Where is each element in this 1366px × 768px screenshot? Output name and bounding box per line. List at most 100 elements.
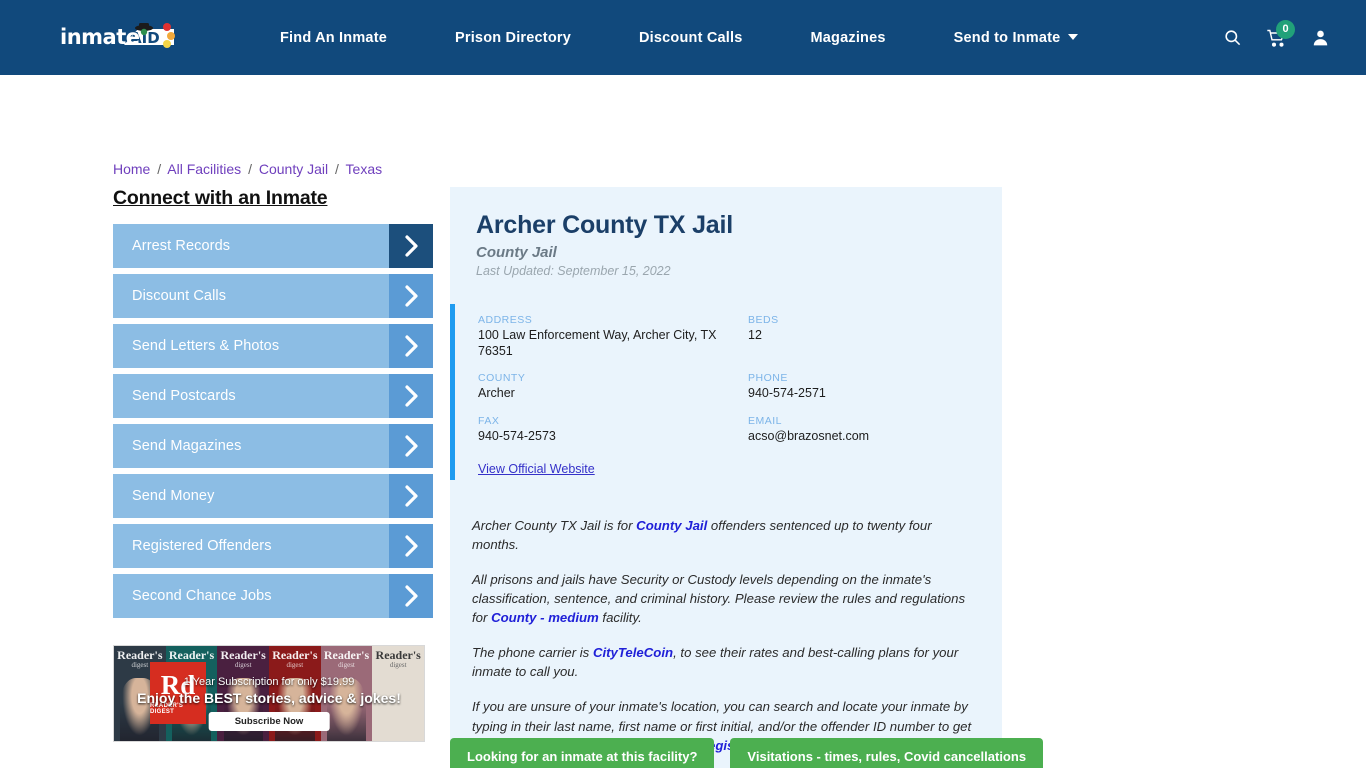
sidebar-item-label: Second Chance Jobs: [132, 588, 272, 604]
facility-type: County Jail: [476, 244, 557, 261]
nav-link-find-an-inmate[interactable]: Find An Inmate: [246, 30, 421, 46]
info-value: Archer: [478, 386, 515, 401]
description-link-county-jail[interactable]: County Jail: [636, 518, 707, 533]
user-icon[interactable]: [1298, 18, 1342, 58]
info-value: acso@brazosnet.com: [748, 428, 870, 443]
ad-cover-brand-sub: digest: [286, 661, 304, 669]
sidebar-item-second-chance-jobs[interactable]: Second Chance Jobs: [113, 574, 433, 618]
description-link-county-medium[interactable]: County - medium: [491, 610, 599, 625]
info-field-beds: BEDS 12: [748, 314, 976, 359]
description-paragraph-1: Archer County TX Jail is for County Jail…: [472, 516, 980, 554]
nav-link-prison-directory[interactable]: Prison Directory: [421, 30, 605, 46]
info-value: 940-574-2573: [478, 428, 556, 443]
chevron-right-icon: [389, 224, 433, 268]
inmate-search-button[interactable]: Looking for an inmate at this facility?: [450, 738, 715, 768]
cart-count-badge: 0: [1276, 19, 1295, 39]
accent-bar: [450, 304, 455, 480]
sidebar-item-send-money[interactable]: Send Money: [113, 474, 433, 518]
sidebar-item-arrest-records[interactable]: Arrest Records: [113, 224, 433, 268]
ad-cover-brand: Reader's: [272, 649, 318, 661]
page-title: Archer County TX Jail: [476, 211, 733, 239]
sidebar-item-label: Arrest Records: [132, 238, 231, 254]
logo-wordmark: inmate: [60, 25, 140, 49]
ad-cover-brand-sub: digest: [389, 661, 407, 669]
info-label: BEDS: [748, 314, 779, 326]
sidebar-item-send-magazines[interactable]: Send Magazines: [113, 424, 433, 468]
ad-cover-brand-sub: digest: [234, 661, 252, 669]
ad-headline-1: 1 Year Subscription for only $19.99: [183, 676, 355, 688]
info-label: COUNTY: [478, 372, 526, 385]
info-value: 940-574-2571: [748, 386, 826, 401]
chevron-right-icon: [389, 374, 433, 418]
description-link-cityteleсoin[interactable]: CityTeleCoin: [593, 645, 673, 660]
breadcrumb-separator: /: [157, 161, 162, 177]
breadcrumb-separator: /: [335, 161, 339, 177]
ad-cover-brand: Reader's: [168, 649, 215, 661]
nav-link-discount-calls[interactable]: Discount Calls: [605, 30, 777, 46]
description-paragraph-3: The phone carrier is CityTeleCoin, to se…: [472, 643, 980, 681]
breadcrumb-item-county-jail[interactable]: County Jail: [259, 161, 328, 177]
ad-subscribe-button[interactable]: Subscribe Now: [208, 712, 330, 731]
facility-info-block: ADDRESS 100 Law Enforcement Way, Archer …: [450, 304, 1002, 496]
info-label: EMAIL: [748, 414, 783, 427]
description-text: Archer County TX Jail is for: [472, 517, 637, 533]
breadcrumb-item-texas[interactable]: Texas: [346, 161, 383, 177]
chevron-right-icon: [389, 274, 433, 318]
last-updated: Last Updated: September 15, 2022: [476, 264, 671, 278]
sidebar-item-registered-offenders[interactable]: Registered Offenders: [113, 524, 433, 568]
facility-card: Archer County TX Jail County Jail Last U…: [450, 187, 1002, 768]
nav-link-magazines[interactable]: Magazines: [777, 30, 920, 46]
chevron-right-icon: [389, 574, 433, 618]
sidebar-item-label: Send Money: [132, 488, 215, 504]
sidebar-item-label: Discount Calls: [132, 288, 227, 304]
chevron-right-icon: [389, 474, 433, 518]
breadcrumb-item-home[interactable]: Home: [113, 161, 150, 177]
site-logo[interactable]: inmate AID: [60, 15, 186, 61]
cart-icon[interactable]: 0: [1254, 18, 1298, 58]
view-official-website-link[interactable]: View Official Website: [478, 462, 595, 476]
search-icon[interactable]: [1210, 18, 1254, 58]
visitations-button[interactable]: Visitations - times, rules, Covid cancel…: [730, 738, 1044, 768]
info-field-county: COUNTY Archer: [478, 372, 748, 402]
facility-description: Archer County TX Jail is for County Jail…: [450, 496, 1002, 768]
info-label: FAX: [478, 414, 500, 427]
description-text: facility.: [598, 610, 642, 626]
info-label: ADDRESS: [478, 314, 533, 326]
ad-cover-brand: Reader's: [117, 649, 163, 661]
info-field-phone: PHONE 940-574-2571: [748, 372, 976, 402]
action-button-row: Looking for an inmate at this facility? …: [450, 738, 1044, 768]
nav-link-send-to-inmate[interactable]: Send to Inmate: [920, 30, 1113, 46]
facility-header: Archer County TX Jail County Jail Last U…: [450, 205, 1002, 278]
description-paragraph-2: All prisons and jails have Security or C…: [472, 570, 980, 627]
sidebar: Connect with an Inmate Arrest Records Di…: [113, 187, 433, 624]
breadcrumb-separator: /: [248, 161, 252, 177]
breadcrumb: Home / All Facilities / County Jail / Te…: [113, 161, 382, 177]
info-value: 12: [748, 328, 762, 342]
sidebar-title: Connect with an Inmate: [113, 187, 328, 209]
chevron-right-icon: [389, 424, 433, 468]
ad-cover-brand: Reader's: [220, 649, 266, 661]
advertisement-banner[interactable]: Reader's digest Reader's digest Reader's…: [113, 645, 425, 742]
top-navbar: inmate AID Find An Inmate Prison Directo…: [0, 0, 1366, 75]
info-label: PHONE: [748, 372, 788, 385]
sidebar-item-label: Send Postcards: [132, 388, 236, 404]
ad-cover-brand: Reader's: [323, 649, 370, 661]
ad-cover-brand: Reader's: [375, 649, 421, 661]
info-field-address: ADDRESS 100 Law Enforcement Way, Archer …: [478, 314, 748, 359]
description-text: The phone carrier is: [472, 645, 593, 661]
chevron-right-icon: [389, 524, 433, 568]
info-field-email: EMAIL acso@brazosnet.com: [748, 415, 976, 445]
sidebar-item-discount-calls[interactable]: Discount Calls: [113, 274, 433, 318]
ad-headline-2: Enjoy the BEST stories, advice & jokes!: [137, 690, 401, 706]
breadcrumb-item-all-facilities[interactable]: All Facilities: [167, 161, 241, 177]
sidebar-item-send-postcards[interactable]: Send Postcards: [113, 374, 433, 418]
info-value: 100 Law Enforcement Way, Archer City, TX…: [478, 328, 717, 358]
info-field-fax: FAX 940-574-2573: [478, 415, 748, 445]
chevron-right-icon: [389, 324, 433, 368]
sidebar-item-send-letters-photos[interactable]: Send Letters & Photos: [113, 324, 433, 368]
nav-links: Find An Inmate Prison Directory Discount…: [246, 30, 1210, 46]
sidebar-item-label: Send Letters & Photos: [132, 338, 280, 354]
nav-icon-group: 0: [1210, 18, 1342, 58]
sidebar-item-label: Registered Offenders: [132, 538, 272, 554]
facility-info-grid: ADDRESS 100 Law Enforcement Way, Archer …: [478, 314, 976, 445]
